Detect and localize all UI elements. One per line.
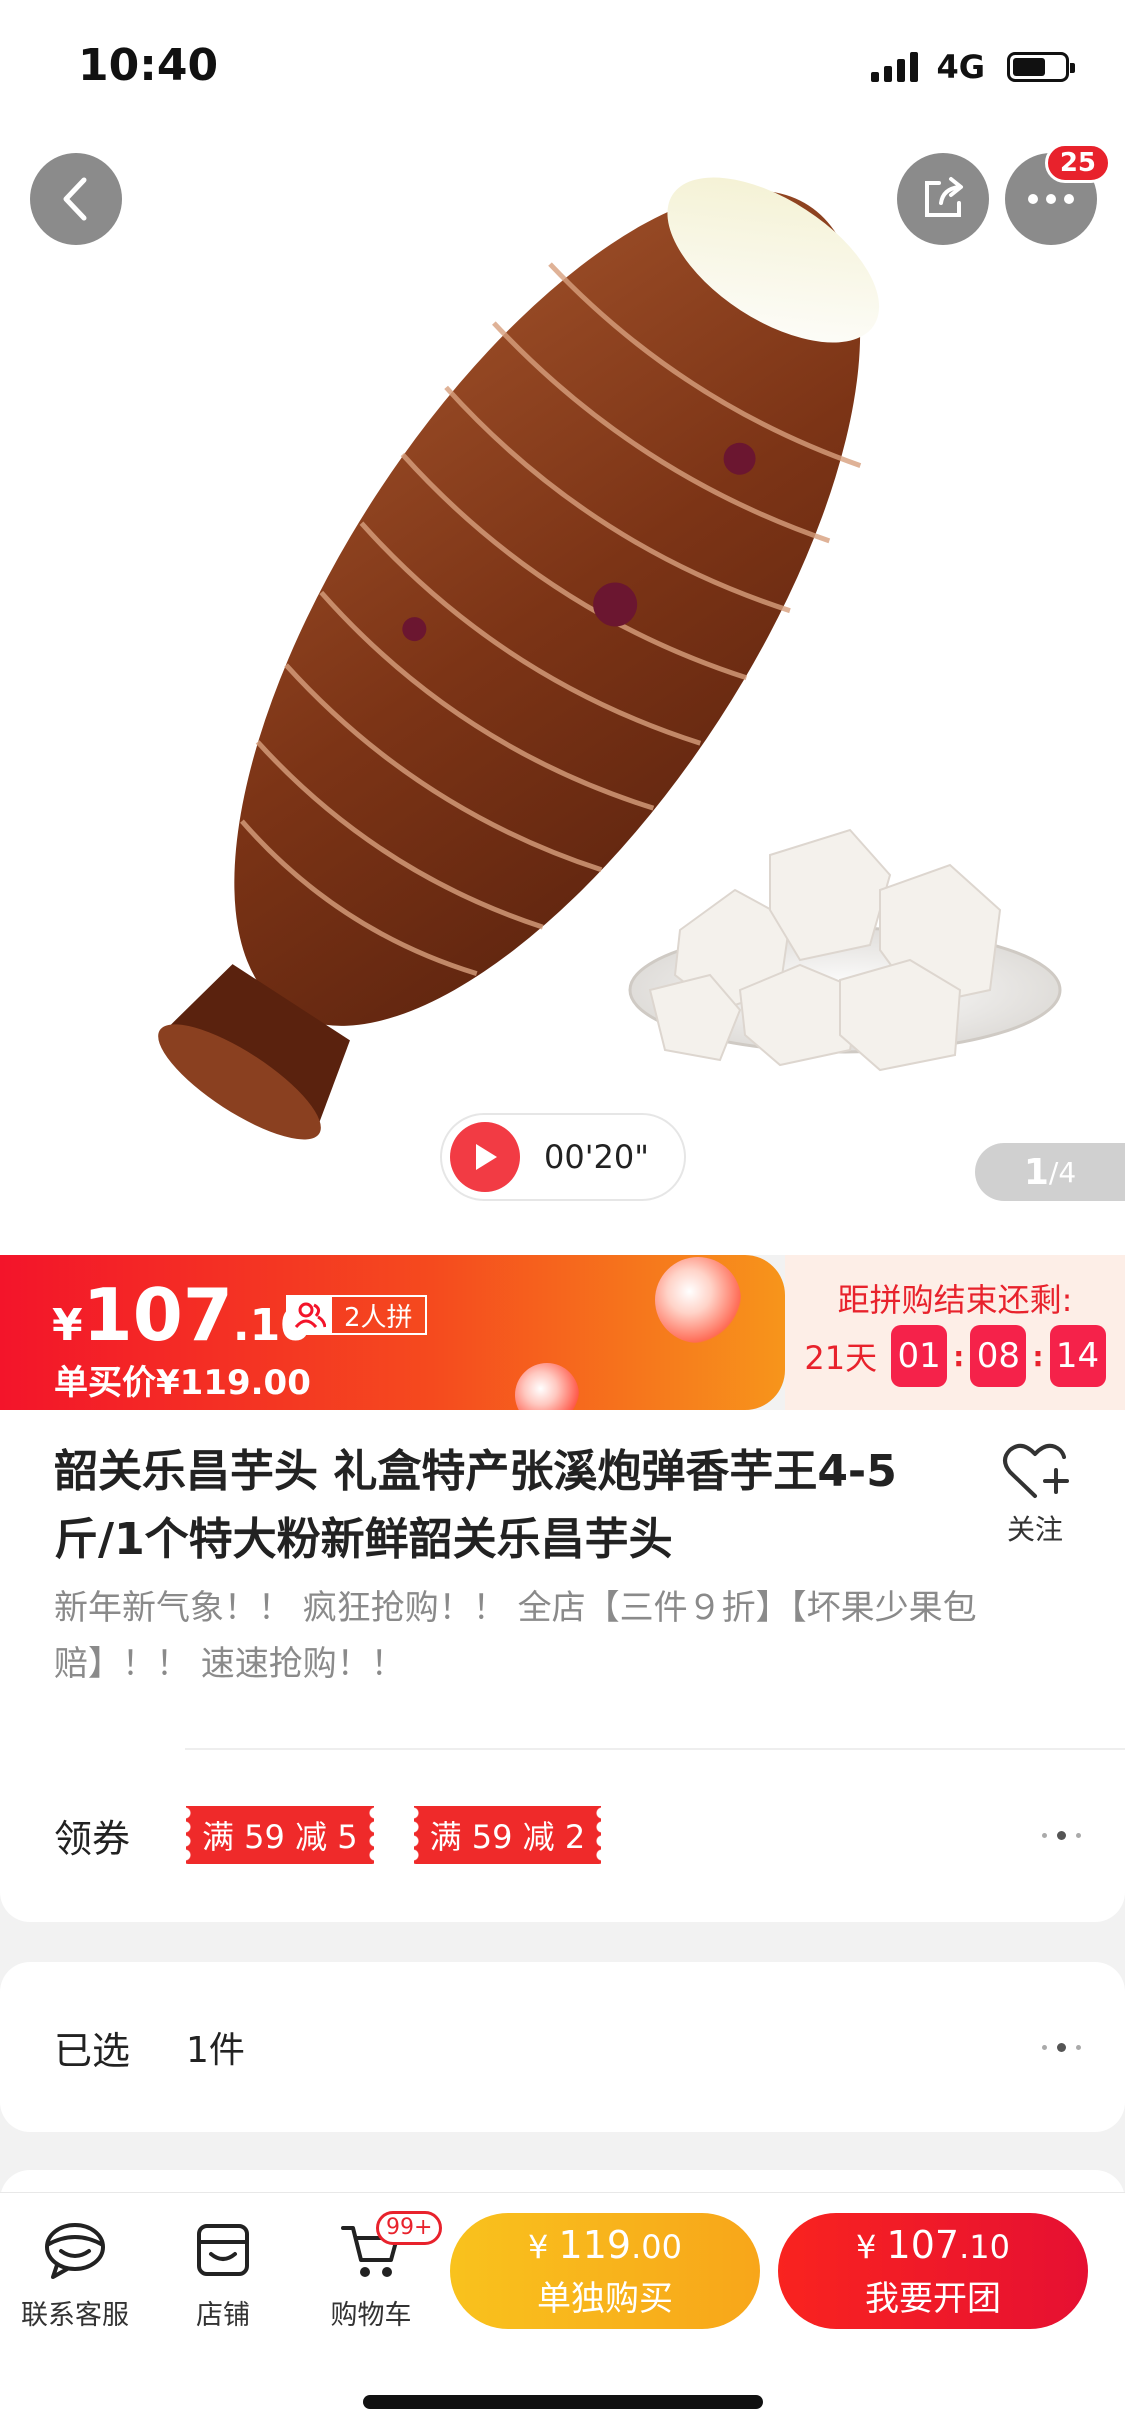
coupon-tag[interactable]: 满 59 减 2 bbox=[412, 1806, 602, 1864]
status-time: 10:40 bbox=[78, 40, 219, 91]
store-button[interactable]: 店铺 bbox=[148, 2215, 298, 2332]
heart-plus-icon bbox=[1003, 1443, 1069, 1498]
single-buy-button[interactable]: ¥ 119.00 单独购买 bbox=[450, 2213, 760, 2329]
single-buy-price-label: ¥ 119.00 bbox=[528, 2222, 682, 2267]
store-icon bbox=[148, 2215, 298, 2285]
cart-icon: 99+ bbox=[296, 2211, 446, 2285]
home-indicator[interactable] bbox=[363, 2395, 763, 2409]
group-price-panel: ¥ 107 .10 2人拼 单买价¥119.00 bbox=[0, 1255, 785, 1427]
countdown-days: 21天 bbox=[804, 1339, 878, 1377]
coupon-row[interactable]: 领券 满 59 减 5 满 59 减 2 bbox=[54, 1805, 1081, 1865]
coupon-tag[interactable]: 满 59 减 5 bbox=[185, 1806, 374, 1864]
chat-bubble-icon bbox=[0, 2215, 150, 2285]
group-size-label: 2人拼 bbox=[344, 1302, 413, 1333]
share-icon bbox=[925, 177, 963, 217]
cart-button[interactable]: 99+ 购物车 bbox=[296, 2211, 446, 2332]
countdown-panel: 距拼购结束还剩: 21天 01 : 08 : 14 bbox=[785, 1255, 1125, 1410]
price-integer: 107 bbox=[82, 1273, 233, 1357]
product-image-carousel[interactable]: 25 bbox=[0, 130, 1125, 1255]
status-bar: 10:40 4G bbox=[0, 0, 1125, 130]
decor-ball bbox=[655, 1257, 741, 1343]
start-group-button[interactable]: ¥ 107.10 我要开团 bbox=[778, 2213, 1088, 2329]
customer-service-button[interactable]: 联系客服 bbox=[0, 2215, 150, 2332]
countdown-seconds: 14 bbox=[1049, 1325, 1106, 1387]
follow-button[interactable]: 关注 bbox=[990, 1440, 1080, 1548]
back-button[interactable] bbox=[30, 153, 122, 245]
more-dots-icon[interactable] bbox=[1042, 1830, 1081, 1840]
cart-label: 购物车 bbox=[330, 2300, 412, 2331]
countdown-timer: 21天 01 : 08 : 14 bbox=[785, 1325, 1125, 1387]
single-buy-label: 单独购买 bbox=[537, 2278, 673, 2319]
countdown-hours: 01 bbox=[891, 1325, 948, 1387]
play-icon bbox=[450, 1122, 520, 1192]
single-buy-price: 单买价¥119.00 bbox=[54, 1363, 311, 1403]
share-button[interactable] bbox=[897, 153, 989, 245]
price-currency: ¥ bbox=[52, 1300, 83, 1351]
more-dots-icon bbox=[1028, 194, 1074, 204]
countdown-title: 距拼购结束还剩: bbox=[837, 1281, 1073, 1319]
page-total: /4 bbox=[1048, 1155, 1077, 1189]
page-current: 1 bbox=[1023, 1151, 1049, 1193]
chevron-left-icon bbox=[63, 177, 87, 221]
more-dots-icon[interactable] bbox=[1042, 2042, 1081, 2052]
taro-product-image bbox=[158, 177, 1062, 1140]
coupon-label: 领券 bbox=[54, 1816, 131, 1861]
selection-row[interactable]: 已选 1件 bbox=[54, 2017, 1081, 2077]
selection-value: 1件 bbox=[186, 2030, 245, 2071]
group-size-tag: 2人拼 bbox=[286, 1295, 427, 1335]
countdown-minutes: 08 bbox=[970, 1325, 1027, 1387]
start-group-label: 我要开团 bbox=[865, 2278, 1001, 2319]
more-menu-button[interactable]: 25 bbox=[1005, 143, 1111, 245]
people-icon bbox=[288, 1297, 332, 1333]
cart-count-badge: 99+ bbox=[376, 2211, 443, 2245]
status-icons: 4G bbox=[871, 48, 1075, 86]
divider bbox=[185, 1748, 1125, 1750]
follow-label: 关注 bbox=[1006, 1513, 1063, 1546]
group-price: ¥ 107 .10 bbox=[52, 1273, 311, 1357]
selection-label: 已选 bbox=[54, 2028, 131, 2073]
message-count-badge: 25 bbox=[1044, 143, 1111, 183]
video-duration: 00'20" bbox=[544, 1138, 649, 1176]
video-play-button[interactable]: 00'20" bbox=[440, 1113, 686, 1201]
customer-service-label: 联系客服 bbox=[21, 2300, 129, 2331]
product-info-card: 韶关乐昌芋头 礼盒特产张溪炮弹香芋王4-5斤/1个特大粉新鲜韶关乐昌芋头 关注 … bbox=[0, 1410, 1125, 1922]
price-band: ¥ 107 .10 2人拼 单买价¥119.00 距拼购结束还剩: 21天 01… bbox=[0, 1255, 1125, 1427]
store-label: 店铺 bbox=[196, 2300, 250, 2331]
signal-icon bbox=[871, 52, 919, 82]
product-title: 韶关乐昌芋头 礼盒特产张溪炮弹香芋王4-5斤/1个特大粉新鲜韶关乐昌芋头 bbox=[54, 1446, 897, 1565]
image-page-indicator: 1 /4 bbox=[975, 1143, 1125, 1201]
group-buy-price-label: ¥ 107.10 bbox=[856, 2222, 1010, 2267]
promo-text: 新年新气象！！ 疯狂抢购！！ 全店【三件９折】【坏果少果包赔】！！ 速速抢购！！ bbox=[54, 1588, 977, 1684]
network-type: 4G bbox=[936, 48, 985, 86]
battery-icon bbox=[1007, 52, 1075, 82]
selection-card[interactable]: 已选 1件 bbox=[0, 1962, 1125, 2132]
